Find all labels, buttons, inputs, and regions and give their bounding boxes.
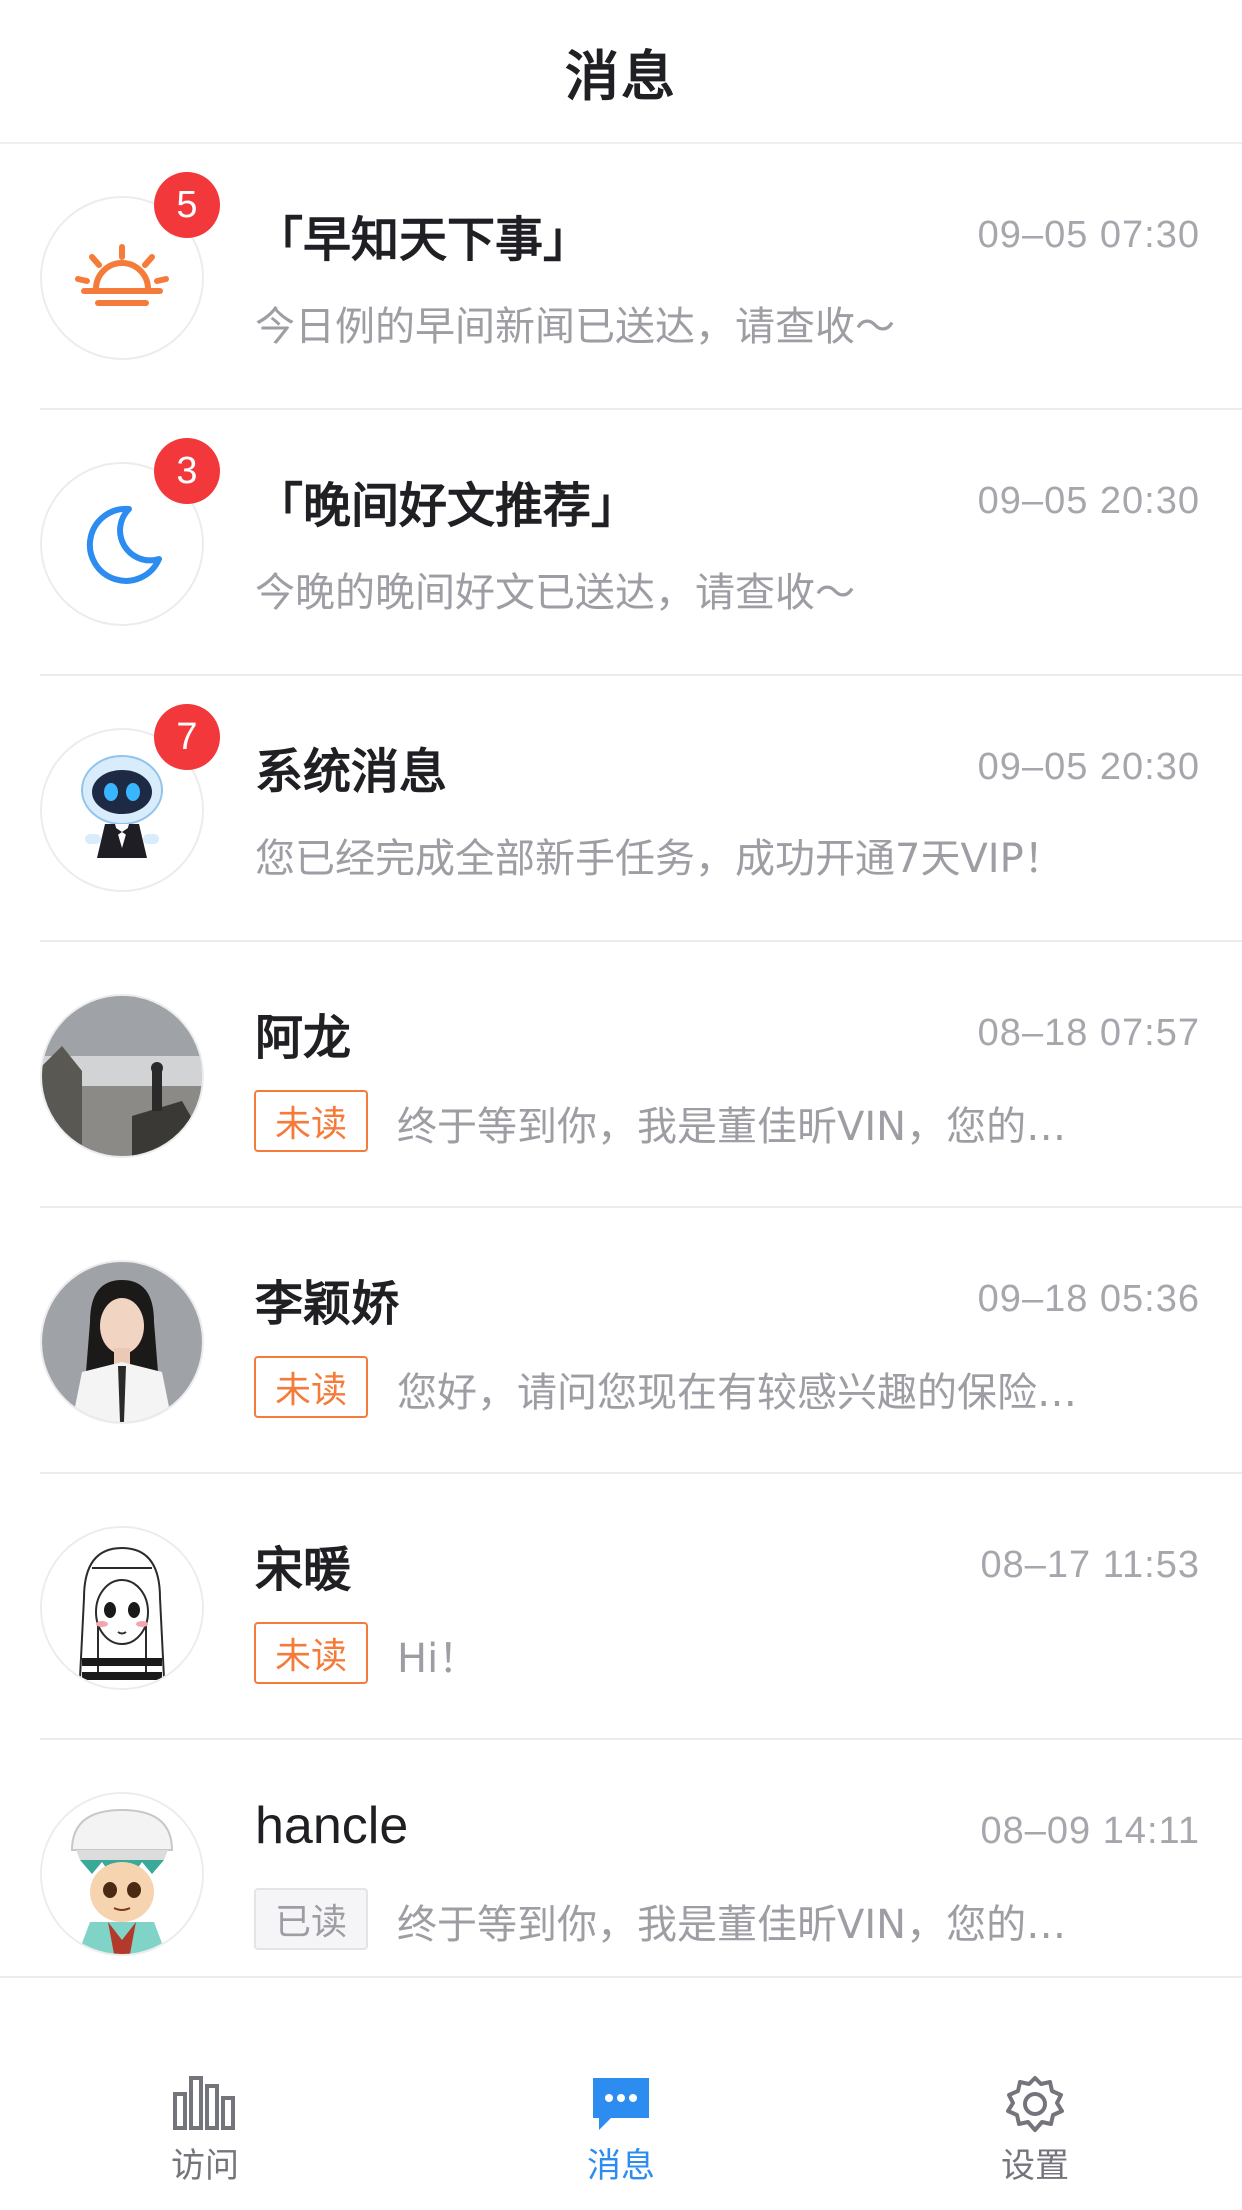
message-list: 5 「早知天下事」 09–05 07:30 今日例的早间新闻已送达，请查收～ 3… bbox=[0, 144, 1242, 1976]
gear-icon bbox=[1006, 2076, 1064, 2132]
unread-count-badge: 3 bbox=[154, 438, 220, 504]
message-row-chat[interactable]: 阿龙 08–18 07:57 未读 终于等到你，我是董佳昕VIN，您的… bbox=[0, 942, 1242, 1208]
message-preview: 今晚的晚间好文已送达，请查收～ bbox=[255, 570, 855, 616]
message-preview: 您已经完成全部新手任务，成功开通7天VIP！ bbox=[255, 836, 1064, 882]
nav-header: 消息 bbox=[0, 0, 1242, 144]
user-photo-avatar bbox=[42, 1262, 202, 1422]
tab-messages[interactable]: 消息 bbox=[521, 1978, 721, 2210]
message-time: 09–05 07:30 bbox=[977, 214, 1200, 256]
message-time: 08–09 14:11 bbox=[980, 1810, 1200, 1852]
avatar bbox=[40, 1526, 204, 1690]
message-preview: 终于等到你，我是董佳昕VIN，您的… bbox=[397, 1902, 1067, 1948]
message-row-system[interactable]: 7 系统消息 09–05 20:30 您已经完成全部新手任务，成功开通7天VIP… bbox=[0, 676, 1242, 942]
message-preview: 您好，请问您现在有较感兴趣的保险… bbox=[397, 1370, 1077, 1416]
message-time: 08–17 11:53 bbox=[980, 1544, 1200, 1586]
unread-tag: 未读 bbox=[254, 1090, 368, 1152]
message-row-morning-news[interactable]: 5 「早知天下事」 09–05 07:30 今日例的早间新闻已送达，请查收～ bbox=[0, 144, 1242, 410]
message-title: 「晚间好文推荐」 bbox=[255, 478, 640, 534]
unread-tag: 未读 bbox=[254, 1622, 368, 1684]
contact-name: 宋暖 bbox=[255, 1542, 352, 1598]
message-preview: 终于等到你，我是董佳昕VIN，您的… bbox=[397, 1104, 1067, 1150]
unread-count-badge: 5 bbox=[154, 172, 220, 238]
message-time: 08–18 07:57 bbox=[977, 1012, 1200, 1054]
message-time: 09–18 05:36 bbox=[977, 1278, 1200, 1320]
message-row-chat[interactable]: hancle 08–09 14:11 已读 终于等到你，我是董佳昕VIN，您的… bbox=[0, 1740, 1242, 1976]
contact-name: 李颖娇 bbox=[255, 1276, 400, 1332]
tab-label: 消息 bbox=[587, 2146, 655, 2186]
sunrise-icon bbox=[75, 244, 169, 306]
bar-chart-icon bbox=[173, 2076, 235, 2130]
message-row-evening-articles[interactable]: 3 「晚间好文推荐」 09–05 20:30 今晚的晚间好文已送达，请查收～ bbox=[0, 410, 1242, 676]
message-title: 「早知天下事」 bbox=[255, 212, 592, 268]
unread-tag: 未读 bbox=[254, 1356, 368, 1418]
tab-label: 访问 bbox=[171, 2146, 239, 2186]
contact-name: hancle bbox=[255, 1797, 409, 1855]
moon-icon bbox=[86, 505, 162, 584]
chat-bubble-icon bbox=[593, 2078, 649, 2130]
robot-icon bbox=[81, 755, 163, 858]
read-tag: 已读 bbox=[254, 1888, 368, 1950]
bottom-tab-bar: 访问 消息 设置 bbox=[0, 1976, 1242, 2208]
message-title: 系统消息 bbox=[255, 744, 448, 800]
avatar bbox=[40, 1260, 204, 1424]
avatar bbox=[40, 994, 204, 1158]
message-row-chat[interactable]: 宋暖 08–17 11:53 未读 Hi！ bbox=[0, 1474, 1242, 1740]
tab-settings[interactable]: 设置 bbox=[935, 1978, 1135, 2210]
message-row-chat[interactable]: 李颖娇 09–18 05:36 未读 您好，请问您现在有较感兴趣的保险… bbox=[0, 1208, 1242, 1474]
tab-label: 设置 bbox=[1001, 2146, 1069, 2186]
message-time: 09–05 20:30 bbox=[977, 480, 1200, 522]
illustrated-girl-avatar bbox=[42, 1528, 202, 1688]
tab-visits[interactable]: 访问 bbox=[105, 1978, 305, 2210]
cartoon-boy-avatar bbox=[42, 1794, 202, 1954]
page-title: 消息 bbox=[565, 44, 677, 108]
message-preview: 今日例的早间新闻已送达，请查收～ bbox=[255, 304, 895, 350]
avatar bbox=[40, 1792, 204, 1956]
user-photo-avatar bbox=[42, 996, 202, 1156]
unread-count-badge: 7 bbox=[154, 704, 220, 770]
message-preview: Hi！ bbox=[397, 1636, 479, 1682]
message-time: 09–05 20:30 bbox=[977, 746, 1200, 788]
contact-name: 阿龙 bbox=[255, 1010, 352, 1066]
